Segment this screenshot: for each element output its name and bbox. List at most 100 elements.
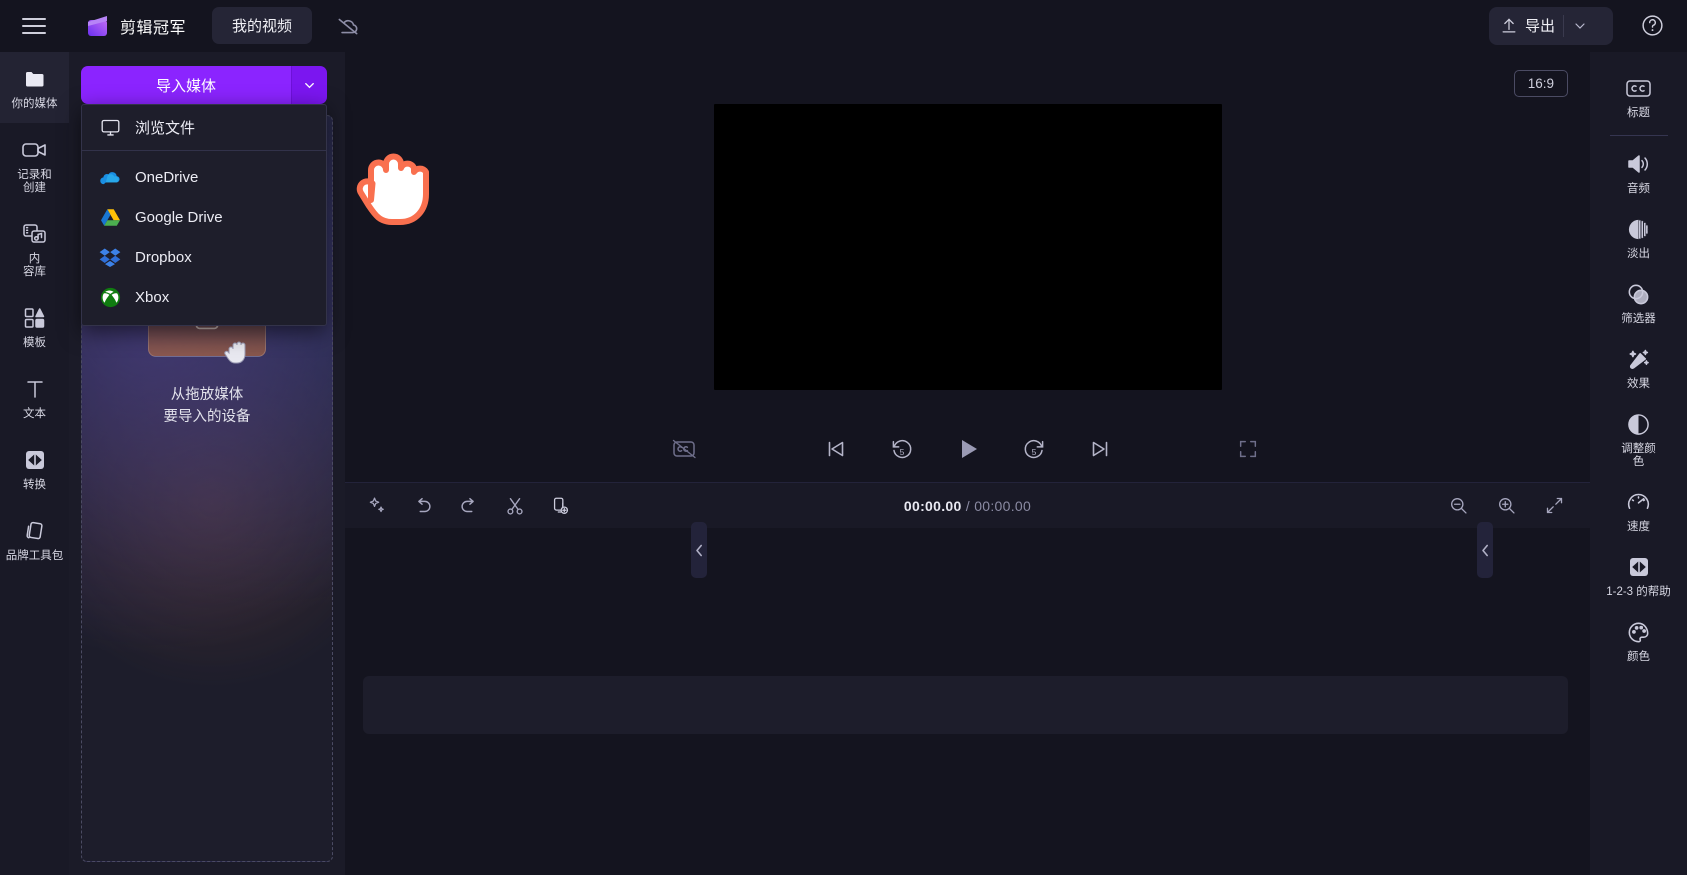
app-logo-icon (85, 13, 111, 39)
transitions-icon (1625, 554, 1653, 580)
duplicate-button[interactable] (547, 492, 575, 520)
property-item-effects[interactable]: 效果 (1590, 335, 1687, 400)
sidebar-item-content-library[interactable]: 内 容库 (0, 207, 69, 291)
google-drive-icon (99, 206, 121, 228)
sidebar-item-label: 你的媒体 (11, 98, 58, 110)
import-media-button[interactable]: 导入媒体 (81, 66, 291, 104)
property-item-audio[interactable]: 音频 (1590, 140, 1687, 205)
speaker-icon (1625, 151, 1653, 177)
property-item-captions[interactable]: 标题 (1590, 64, 1687, 129)
fade-icon (1625, 216, 1653, 242)
menu-item-label: 浏览文件 (135, 120, 196, 137)
captions-cc-icon (1625, 75, 1653, 101)
onedrive-icon (99, 166, 121, 188)
menu-item-dropbox[interactable]: Dropbox (82, 237, 326, 277)
menu-item-onedrive[interactable]: OneDrive (82, 157, 326, 197)
next-frame-button[interactable] (1078, 429, 1122, 469)
grab-hand-icon (221, 334, 253, 373)
fullscreen-button[interactable] (1226, 429, 1270, 469)
undo-button[interactable] (409, 492, 437, 520)
timeline-zoom-controls (1444, 492, 1568, 520)
svg-text:5: 5 (899, 447, 904, 457)
magic-button[interactable] (363, 492, 391, 520)
adjust-color-icon (1625, 411, 1653, 437)
sidebar-item-label: 记录和 创建 (17, 169, 52, 194)
property-item-fade[interactable]: 淡出 (1590, 205, 1687, 270)
chevron-left-icon (1481, 544, 1488, 556)
property-item-transitions-help[interactable]: 1-2-3 的帮助 (1590, 543, 1687, 608)
menu-item-google-drive[interactable]: Google Drive (82, 197, 326, 237)
property-item-label: 淡出 (1627, 248, 1650, 260)
cloud-sources-list: OneDrive Google Drive Dropbox Xbox (82, 151, 326, 325)
collapse-left-panel-button[interactable] (691, 522, 707, 578)
zoom-in-button[interactable] (1492, 492, 1520, 520)
redo-button[interactable] (455, 492, 483, 520)
import-media-control: 导入媒体 (81, 66, 327, 104)
timeline-toolbar: 00:00.00 / 00:00.00 (345, 482, 1590, 528)
time-separator: / (965, 497, 970, 514)
sidebar-item-label: 模板 (23, 337, 46, 349)
stage: 16:9 5 5 00:00.00 / 00:00.00 (345, 52, 1590, 875)
property-item-label: 调整颜 色 (1621, 443, 1656, 468)
video-camera-icon (21, 137, 49, 163)
property-item-label: 筛选器 (1621, 313, 1656, 325)
menu-item-xbox[interactable]: Xbox (82, 277, 326, 317)
player-controls: 5 5 (345, 425, 1590, 473)
clipchamp-editor: 剪辑冠军 我的视频 导出 你的媒体 记录和 创建 内 容库 模板 文本 转换 品… (0, 0, 1687, 875)
back-5s-button[interactable]: 5 (880, 429, 924, 469)
transport-controls: 5 5 (814, 429, 1122, 469)
property-item-label: 速度 (1627, 521, 1650, 533)
forward-5s-button[interactable]: 5 (1012, 429, 1056, 469)
transitions-icon (21, 447, 49, 473)
monitor-icon (99, 117, 121, 139)
brand-kit-icon (21, 518, 49, 544)
property-item-color[interactable]: 颜色 (1590, 608, 1687, 673)
project-tab[interactable]: 我的视频 (212, 7, 313, 44)
chevron-down-icon[interactable] (1572, 18, 1588, 34)
import-source-menu: 浏览文件 OneDrive Google Drive Dropbox Xbox (81, 104, 327, 326)
sidebar-item-transitions[interactable]: 转换 (0, 433, 69, 504)
play-button[interactable] (946, 429, 990, 469)
sidebar-item-your-media[interactable]: 你的媒体 (0, 52, 69, 123)
sidebar-item-text[interactable]: 文本 (0, 362, 69, 433)
timeline: 00:00.00 / 00:00.00 (345, 482, 1590, 875)
help-button[interactable] (1635, 9, 1669, 43)
rail-divider (1609, 135, 1668, 136)
fit-timeline-button[interactable] (1540, 492, 1568, 520)
property-item-label: 1-2-3 的帮助 (1606, 586, 1671, 598)
property-item-label: 标题 (1627, 107, 1650, 119)
media-panel: 导入媒体 从拖放媒体 要导入的设备 浏览文件 OneDrive Google D… (69, 52, 429, 875)
property-item-filters[interactable]: 筛选器 (1590, 270, 1687, 335)
timeline-track[interactable] (363, 676, 1568, 734)
split-button[interactable] (501, 492, 529, 520)
timeline-tools (363, 492, 575, 520)
menu-item-label: OneDrive (135, 168, 199, 186)
brand-name: 剪辑冠军 (120, 19, 187, 37)
sidebar-item-brand-kit[interactable]: 品牌工具包 (0, 504, 69, 575)
menu-item-browse-files[interactable]: 浏览文件 (82, 105, 326, 150)
sidebar-item-templates[interactable]: 模板 (0, 291, 69, 362)
chevron-down-icon (305, 82, 314, 88)
property-item-adjust-color[interactable]: 调整颜 色 (1590, 400, 1687, 478)
sidebar-item-label: 内 容库 (23, 253, 46, 278)
sidebar-item-record-create[interactable]: 记录和 创建 (0, 123, 69, 207)
video-preview[interactable] (713, 104, 1222, 390)
current-time: 00:00.00 (903, 497, 962, 514)
palette-icon (1625, 619, 1653, 645)
effects-wand-icon (1625, 346, 1653, 372)
captions-off-button[interactable] (663, 429, 707, 469)
collapse-right-panel-button[interactable] (1477, 522, 1493, 578)
xbox-icon (99, 286, 121, 308)
import-media-caret-button[interactable] (291, 66, 327, 104)
prev-frame-button[interactable] (814, 429, 858, 469)
property-item-speed[interactable]: 速度 (1590, 478, 1687, 543)
speed-gauge-icon (1625, 489, 1653, 515)
export-button[interactable]: 导出 (1489, 6, 1613, 45)
menu-item-label: Dropbox (135, 248, 192, 266)
zoom-out-button[interactable] (1444, 492, 1472, 520)
timeline-body[interactable] (345, 528, 1590, 875)
top-bar: 剪辑冠军 我的视频 导出 (0, 0, 1687, 52)
aspect-ratio-button[interactable]: 16:9 (1513, 70, 1568, 97)
hamburger-icon[interactable] (17, 9, 51, 43)
question-circle-icon (1641, 15, 1663, 36)
